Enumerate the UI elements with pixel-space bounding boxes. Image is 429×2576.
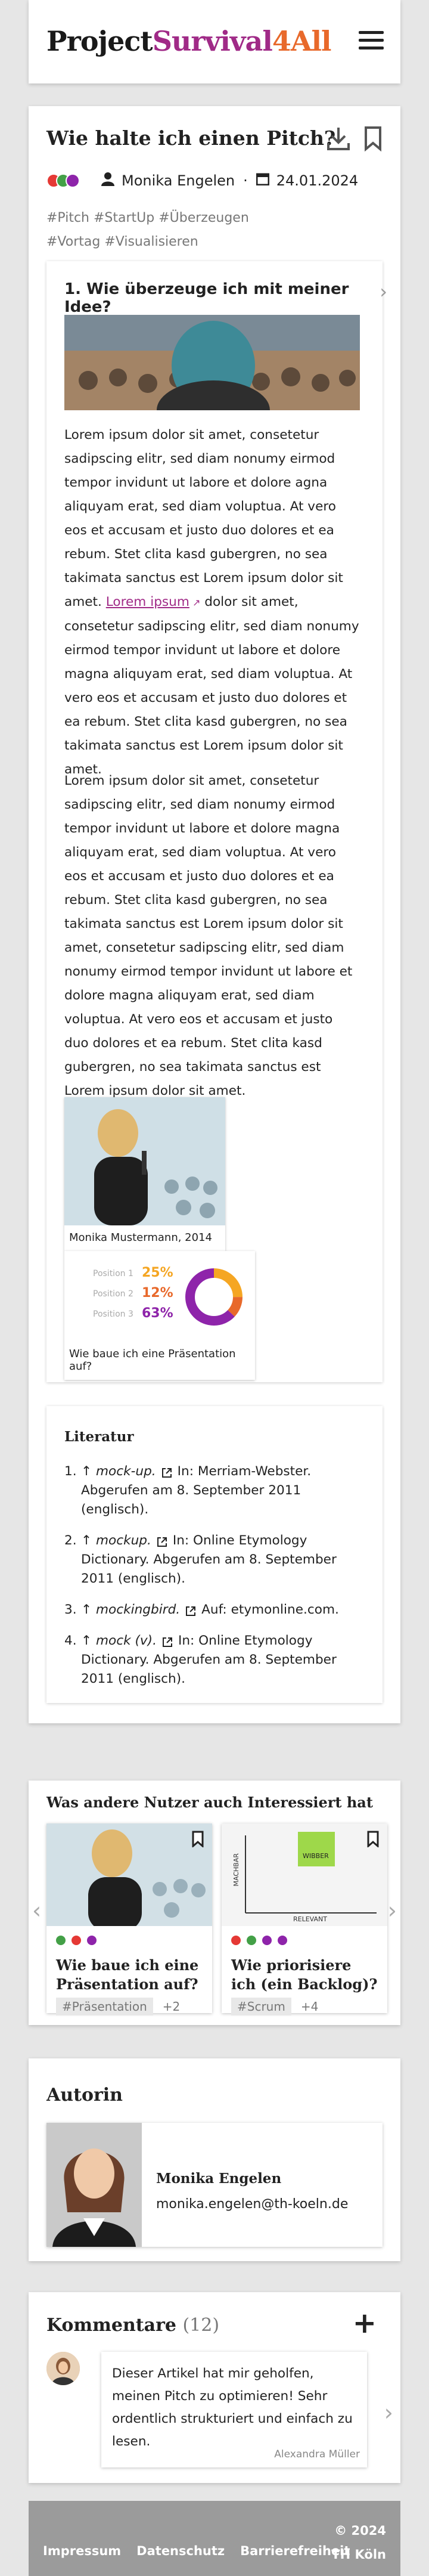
author-section: Autorin Monika Engelen monika.engelen@th…	[29, 2058, 400, 2261]
avatar	[46, 2352, 80, 2385]
literature-title: Literatur	[64, 1429, 134, 1445]
card-title: Wie baue ich eine Präsentation auf?	[56, 1956, 199, 1993]
speaker-photo	[64, 1097, 225, 1225]
axis-label: MACHBAR	[232, 1853, 240, 1887]
audience-hero-image	[64, 315, 360, 410]
calendar-icon	[256, 172, 270, 189]
author-email[interactable]: monika.engelen@th-koeln.de	[156, 2197, 348, 2212]
tag-chip[interactable]: #Scrum	[231, 1998, 291, 2015]
list-item: 1. ↑ mock-up. In: Merriam-Webster. Abgeru…	[64, 1464, 312, 1517]
footer-copyright: © 2024 TH Köln	[331, 2524, 386, 2562]
author-photo	[46, 2123, 142, 2247]
back-arrow[interactable]: ↑	[81, 1633, 92, 1648]
position-value: 63%	[142, 1306, 173, 1321]
section-title[interactable]: 1. Wie überzeuge ich mit meiner Idee?	[64, 280, 383, 316]
related-card[interactable]: MACHBAR RELEVANT WIBBER Wie priorisiere …	[222, 1823, 387, 2015]
comment-text: Dieser Artikel hat mir geholfen, meinen …	[112, 2366, 353, 2449]
person-icon	[101, 172, 114, 190]
footer-link-impressum[interactable]: Impressum	[43, 2544, 121, 2558]
category-dots	[56, 1936, 102, 1945]
donut-ring	[185, 1268, 243, 1326]
article-meta: Monika Engelen · 24.01.2024	[46, 172, 358, 190]
author-card[interactable]: Monika Engelen monika.engelen@th-koeln.d…	[46, 2123, 383, 2247]
position-value: 25%	[142, 1265, 173, 1280]
card-tags: #Scrum +4	[231, 1998, 318, 2015]
bookmark-icon[interactable]	[360, 124, 386, 153]
figure-caption: Monika Mustermann, 2014	[69, 1231, 212, 1244]
sticky-note-text: WIBBER	[303, 1852, 329, 1860]
back-arrow[interactable]: ↑	[81, 1464, 92, 1479]
figure-photo[interactable]: Monika Mustermann, 2014	[64, 1097, 225, 1251]
donut-chart: Position 1 25% Position 2 12% Position 3…	[64, 1251, 255, 1342]
back-arrow[interactable]: ↑	[81, 1533, 92, 1548]
list-item: 2. ↑ mockup. In: Online Etymology Diction…	[64, 1533, 337, 1586]
more-tags-count: +2	[162, 1999, 181, 2014]
card-tags: #Präsentation +2	[56, 1998, 180, 2015]
card-image: MACHBAR RELEVANT WIBBER	[222, 1823, 387, 1926]
article-date: 24.01.2024	[276, 172, 359, 189]
related-card[interactable]: Wie baue ich eine Präsentation auf? #Prä…	[46, 1823, 212, 2015]
paragraph: Lorem ipsum dolor sit amet, consetetur s…	[64, 773, 353, 1098]
chevron-right-icon[interactable]: ›	[380, 280, 387, 303]
external-link-icon[interactable]	[185, 1604, 197, 1616]
hamburger-menu-icon[interactable]	[359, 31, 384, 50]
literature-list: 1. ↑ mock-up. In: Merriam-Webster. Abgeru…	[64, 1462, 350, 1701]
bookmark-icon[interactable]	[366, 1831, 380, 1850]
tags-line[interactable]: #Pitch #StartUp #Überzeugen	[46, 206, 309, 230]
card-image	[46, 1823, 212, 1926]
comment-count: (12)	[182, 2315, 220, 2336]
comment-author: Alexandra Müller	[274, 2448, 360, 2460]
position-label: Position 2	[93, 1289, 133, 1299]
figure-caption: Wie baue ich eine Präsentation auf?	[69, 1348, 236, 1373]
list-item: 4. ↑ mock (v). In: Online Etymology Dicti…	[64, 1633, 337, 1686]
chevron-right-icon[interactable]: ›	[388, 1897, 397, 1924]
external-link-icon[interactable]	[161, 1466, 173, 1478]
author-name: Monika Engelen	[156, 2171, 282, 2187]
article-title: Wie halte ich einen Pitch?	[46, 126, 336, 150]
site-logo[interactable]: ProjectSurvival4All	[46, 25, 331, 57]
paragraph: Lorem ipsum dolor sit amet, consetetur s…	[64, 428, 359, 777]
comment-bubble: Dieser Artikel hat mir geholfen, meinen …	[101, 2352, 367, 2467]
figure-chart[interactable]: Position 1 25% Position 2 12% Position 3…	[64, 1251, 255, 1380]
comments-section: Kommentare (12) + Dieser Artikel hat mir…	[29, 2292, 400, 2483]
bookmark-icon[interactable]	[191, 1831, 205, 1850]
article-card: Wie halte ich einen Pitch? Monika Engele…	[29, 106, 400, 1723]
category-dots	[231, 1936, 293, 1945]
position-value: 12%	[142, 1286, 173, 1301]
site-footer: Impressum Datenschutz Barrierefreiheit ©…	[29, 2501, 400, 2576]
literature-box: Literatur 1. ↑ mock-up. In: Merriam-Webst…	[46, 1406, 383, 1703]
chevron-right-icon[interactable]: ›	[384, 2399, 393, 2426]
article-author[interactable]: Monika Engelen	[122, 172, 235, 189]
tag-list: #Pitch #StartUp #Überzeugen #Vortag #Vis…	[46, 206, 309, 254]
back-arrow[interactable]: ↑	[81, 1602, 92, 1617]
footer-links: Impressum Datenschutz Barrierefreiheit	[43, 2544, 365, 2558]
inline-link[interactable]: Lorem ipsum	[106, 595, 189, 609]
chevron-left-icon[interactable]: ‹	[32, 1897, 41, 1924]
external-link-icon[interactable]	[161, 1635, 173, 1647]
comments-heading: Kommentare (12)	[46, 2315, 220, 2336]
tag-chip[interactable]: #Präsentation	[56, 1998, 153, 2015]
position-label: Position 1	[93, 1269, 133, 1278]
external-link-icon: ↗	[189, 597, 201, 608]
tags-line[interactable]: #Vortag #Visualisieren	[46, 230, 309, 254]
position-label: Position 3	[93, 1309, 133, 1319]
related-articles: Was andere Nutzer auch Interessiert hat …	[29, 1781, 400, 2025]
more-tags-count: +4	[300, 1999, 319, 2014]
add-comment-icon[interactable]: +	[353, 2309, 377, 2337]
card-title: Wie priorisiere ich (ein Backlog)?	[231, 1956, 378, 1993]
download-icon[interactable]	[325, 124, 352, 153]
external-link-icon[interactable]	[156, 1535, 168, 1547]
site-header: ProjectSurvival4All	[29, 0, 400, 83]
related-title: Was andere Nutzer auch Interessiert hat	[46, 1794, 373, 1811]
category-dots	[46, 174, 80, 188]
list-item: 3. ↑ mockingbird. Auf: etymonline.com.	[64, 1602, 339, 1617]
article-section: 1. Wie überzeuge ich mit meiner Idee? › …	[46, 261, 387, 1382]
axis-label: RELEVANT	[293, 1915, 327, 1923]
author-heading: Autorin	[46, 2085, 123, 2106]
footer-link-datenschutz[interactable]: Datenschutz	[136, 2544, 225, 2558]
